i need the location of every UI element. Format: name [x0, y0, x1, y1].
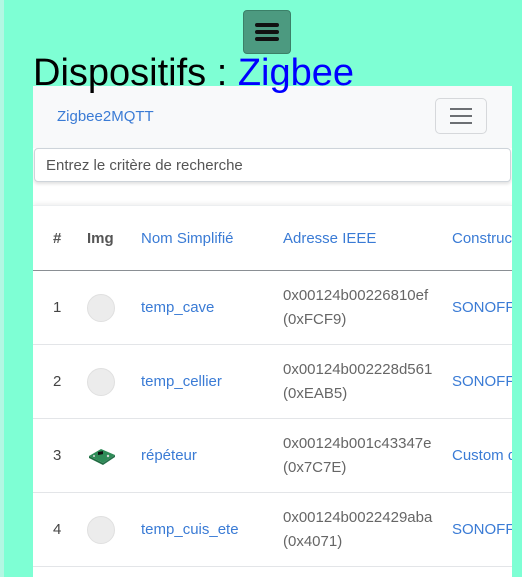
hamburger-menu-icon: [255, 23, 279, 41]
device-name-link[interactable]: temp_cuis_ete: [141, 492, 283, 567]
ieee-address: 0x00124b001c43347e: [283, 434, 432, 452]
network-address: (0xEAB5): [283, 384, 348, 402]
device-placeholder-icon: [87, 515, 115, 544]
table-row[interactable]: 3 répéteur 0x00124b001c43347e (0x7C7E) C…: [33, 418, 512, 493]
navbar-brand-link[interactable]: Zigbee2MQTT: [57, 108, 154, 125]
manufacturer-link[interactable]: SONOFF: [452, 492, 512, 567]
network-address: (0xFCF9): [283, 310, 347, 328]
column-header-name[interactable]: Nom Simplifié: [141, 206, 283, 271]
device-placeholder-icon: [87, 293, 115, 322]
device-placeholder-icon: [87, 367, 115, 396]
row-image-cell: [87, 418, 141, 493]
page-title: Dispositifs : Zigbee: [33, 50, 354, 96]
table-row[interactable]: 4 temp_cuis_ete 0x00124b0022429aba (0x407…: [33, 492, 512, 567]
device-name-link[interactable]: temp_cave: [141, 270, 283, 345]
main-menu-button[interactable]: [243, 10, 291, 54]
manufacturer-link[interactable]: SONOFF: [452, 270, 512, 345]
devices-table-container: # Img Nom Simplifié Adresse IEEE Constru…: [33, 205, 512, 577]
row-ieee-cell: 0x00124b0022429aba (0x4071): [283, 492, 452, 567]
network-address: (0x4071): [283, 532, 343, 550]
page-title-prefix: Dispositifs :: [33, 52, 238, 94]
device-name-link[interactable]: temp_cellier: [141, 344, 283, 419]
row-index: 4: [33, 492, 87, 567]
zigbee-panel: Zigbee2MQTT # Img Nom Simplifié Adresse …: [33, 86, 512, 577]
page-right-edge: [512, 0, 522, 577]
manufacturer-link[interactable]: Custom devices (DiY): [452, 418, 512, 493]
network-address: (0x7C7E): [283, 458, 347, 476]
page-left-edge: [0, 0, 4, 577]
column-header-image: Img: [87, 206, 141, 271]
table-header-row: # Img Nom Simplifié Adresse IEEE Constru…: [33, 206, 512, 271]
column-header-ieee[interactable]: Adresse IEEE: [283, 206, 452, 271]
row-ieee-cell: 0x00124b002228d561 (0xEAB5): [283, 344, 452, 419]
row-image-cell: [87, 492, 141, 567]
row-index: 1: [33, 270, 87, 345]
row-image-cell: [87, 344, 141, 419]
ieee-address: 0x00124b00226810ef: [283, 286, 429, 304]
devices-table: # Img Nom Simplifié Adresse IEEE Constru…: [33, 206, 512, 567]
circuit-board-icon: [89, 448, 115, 465]
column-header-index: #: [33, 206, 87, 271]
hamburger-menu-icon: [450, 108, 472, 124]
navbar-toggler-button[interactable]: [435, 98, 487, 134]
manufacturer-link[interactable]: SONOFF: [452, 344, 512, 419]
page-title-accent: Zigbee: [237, 52, 355, 94]
row-ieee-cell: 0x00124b001c43347e (0x7C7E): [283, 418, 452, 493]
ieee-address: 0x00124b002228d561: [283, 360, 433, 378]
row-index: 2: [33, 344, 87, 419]
search-input[interactable]: [34, 148, 511, 182]
row-image-cell: [87, 270, 141, 345]
row-ieee-cell: 0x00124b00226810ef (0xFCF9): [283, 270, 452, 345]
table-row[interactable]: 2 temp_cellier 0x00124b002228d561 (0xEAB5…: [33, 344, 512, 419]
table-row[interactable]: 1 temp_cave 0x00124b00226810ef (0xFCF9) S…: [33, 270, 512, 345]
row-index: 3: [33, 418, 87, 493]
column-header-manufacturer[interactable]: Constructeur: [452, 206, 512, 271]
device-name-link[interactable]: répéteur: [141, 418, 283, 493]
ieee-address: 0x00124b0022429aba: [283, 508, 433, 526]
